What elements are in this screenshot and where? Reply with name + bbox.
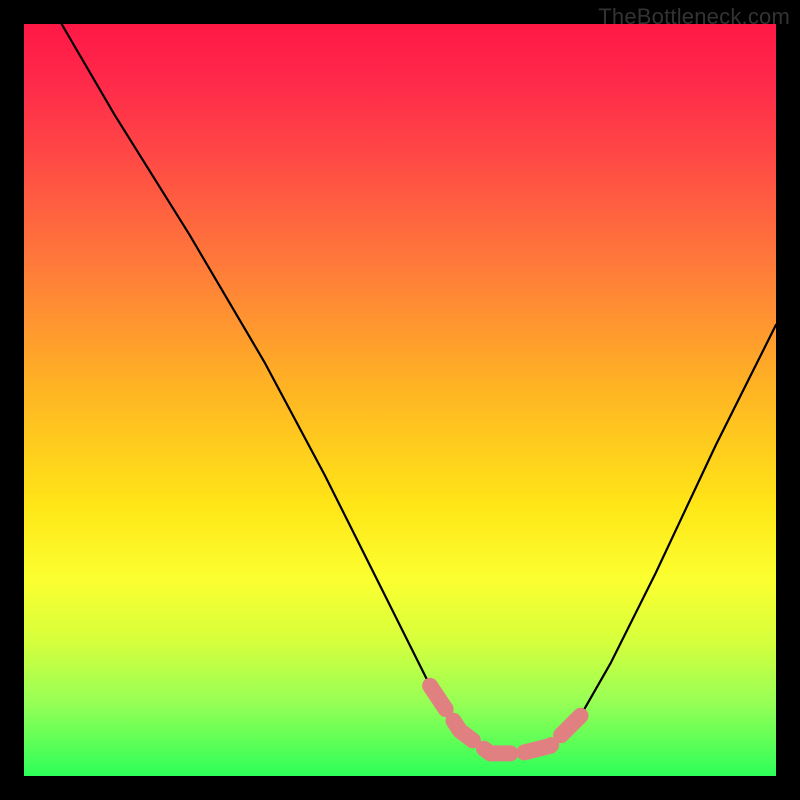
chart-frame: TheBottleneck.com	[0, 0, 800, 800]
watermark-text: TheBottleneck.com	[598, 4, 790, 30]
chart-plot-area	[24, 24, 776, 776]
